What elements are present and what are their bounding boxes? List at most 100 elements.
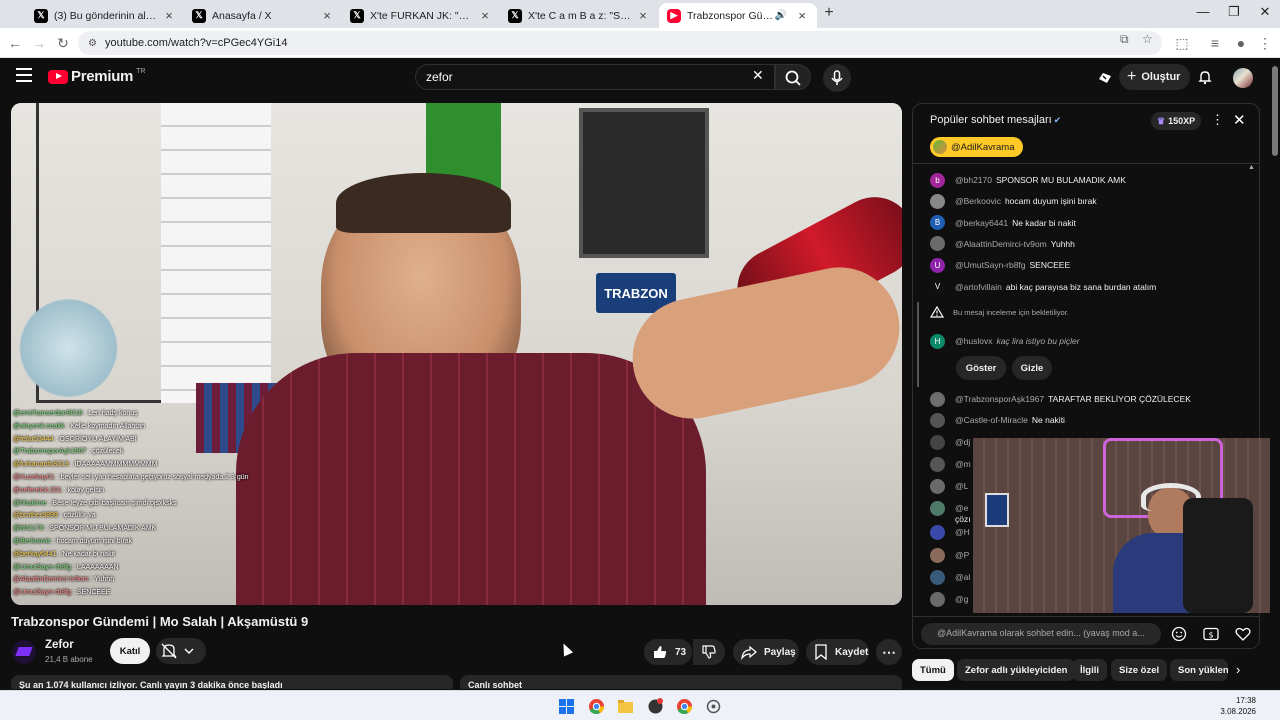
bookmark-star-icon[interactable]: ☆ [1142, 32, 1153, 46]
account-avatar[interactable] [1233, 68, 1253, 88]
chip-all[interactable]: Tümü [912, 659, 954, 681]
create-button[interactable]: + Oluştur [1119, 64, 1191, 90]
scrollbar-thumb[interactable] [1272, 66, 1278, 156]
pip-frame [985, 493, 1009, 527]
chat-text-continuation: çözı [955, 514, 971, 524]
close-tab-icon[interactable]: × [636, 8, 650, 23]
more-actions-icon[interactable]: ⋯ [876, 639, 902, 665]
forward-icon[interactable]: → [30, 34, 48, 52]
ai-sparkle-icon[interactable] [1097, 70, 1113, 86]
chat-input-bar: @AdilKavrama olarak sohbet edin... (yava… [913, 616, 1259, 648]
chip-related[interactable]: İlgili [1072, 659, 1107, 681]
like-button[interactable]: 73 [644, 639, 692, 665]
browser-tab[interactable]: 𝕏 X'te FURKAN JK: "2 gündür bizi × [342, 3, 500, 28]
dislike-button[interactable] [693, 639, 725, 665]
user-avatar [930, 434, 945, 450]
chat-text: Ne nakiti [1031, 415, 1065, 425]
speaker-icon[interactable]: 🔊 [775, 10, 787, 21]
browser-tab-active[interactable]: ▶ Trabzonspor Gündemi | Mo 🔊 × [659, 3, 817, 28]
channel-name[interactable]: Zefor [45, 639, 74, 651]
close-tab-icon[interactable]: × [795, 8, 809, 23]
pinned-member-chip[interactable]: @AdilKavrama [930, 137, 1023, 157]
save-button[interactable]: Kaydet [806, 639, 869, 665]
chat-more-options-icon[interactable]: ⋮ [1211, 112, 1224, 128]
browser-tab[interactable]: 𝕏 (3) Bu gönderinin alıntılamaları × [26, 3, 184, 28]
show-held-message-button[interactable]: Göster [956, 356, 1006, 380]
page-scrollbar[interactable] [1270, 58, 1280, 690]
share-button[interactable]: Paylaş [733, 639, 799, 665]
user-avatar [930, 500, 945, 516]
reading-list-icon[interactable]: ≡ [1206, 34, 1224, 52]
close-chat-icon[interactable]: ✕ [1233, 111, 1246, 129]
viewer-count-text: Şu an 1.074 kullanıcı izliyor. Canlı yay… [11, 675, 453, 689]
system-clock[interactable]: 17:38 3.08.2026 [1210, 695, 1256, 717]
minimize-icon[interactable]: — [1188, 4, 1218, 19]
user-avatar: H [930, 333, 945, 349]
x-logo-icon: 𝕏 [508, 8, 522, 23]
chip-recently-uploaded[interactable]: Son yüklen [1170, 659, 1228, 681]
scroll-up-arrow-icon[interactable]: ▲ [1248, 164, 1255, 171]
tab-label: (3) Bu gönderinin alıntılamaları [54, 9, 158, 22]
voice-search-button[interactable] [823, 64, 851, 92]
live-chat-label: Canlı sohbet [460, 675, 902, 689]
stream-overlay-chat: @emirhanserdan9018 : Len hadş konuş @alo… [13, 408, 273, 600]
x-logo-icon: 𝕏 [192, 8, 206, 23]
member-avatar [933, 140, 947, 154]
close-tab-icon[interactable]: × [320, 8, 334, 23]
cast-icon[interactable]: ⧉ [1120, 32, 1129, 47]
chat-text: SENCEEE [1029, 260, 1071, 271]
chat-text: kaç lira istiyo bu piçler [996, 336, 1080, 346]
plus-icon: + [1127, 68, 1137, 85]
close-window-icon[interactable]: ✕ [1250, 4, 1280, 20]
super-chat-icon[interactable]: $ [1203, 627, 1219, 641]
profile-icon[interactable]: ● [1232, 34, 1250, 52]
chat-header: Popüler sohbet mesajları ✔ ♛ 150XP ⋮ ✕ @A… [913, 104, 1259, 164]
browser-tab[interactable]: 𝕏 Anasayfa / X × [184, 3, 342, 28]
chip-for-you[interactable]: Size özel [1111, 659, 1168, 681]
search-button[interactable] [775, 64, 811, 90]
youtube-premium-logo[interactable]: Premium TR [48, 68, 145, 85]
crown-icon: ♛ [1157, 115, 1166, 126]
chat-mode-dropdown[interactable]: Popüler sohbet mesajları ✔ [930, 114, 1061, 126]
notifications-bell-icon[interactable] [1197, 69, 1213, 85]
channel-avatar[interactable] [12, 640, 36, 664]
new-tab-button[interactable]: + [820, 4, 838, 22]
address-bar[interactable]: ⚙ youtube.com/watch?v=cPGec4YGi14 [78, 31, 1162, 55]
maximize-icon[interactable]: ❐ [1219, 4, 1249, 20]
overlay-chat-line: @UmutSayn-rb8fg : SENCEEE [13, 589, 111, 597]
youtube-header: Premium TR zefor ✕ + Oluştur [0, 58, 1270, 96]
close-tab-icon[interactable]: × [162, 8, 176, 23]
back-icon[interactable]: ← [6, 34, 24, 52]
chip-from-uploader[interactable]: Zefor adlı yükleyiciden [957, 659, 1076, 681]
picture-in-picture-video[interactable] [973, 438, 1280, 613]
site-info-icon[interactable]: ⚙ [88, 38, 97, 49]
chrome-menu-icon[interactable]: ⋮ [1256, 34, 1274, 52]
extensions-icon[interactable]: ⬚ [1173, 34, 1191, 52]
pip-chair [1183, 498, 1253, 613]
hamburger-menu-icon[interactable] [16, 68, 32, 82]
clear-search-icon[interactable]: ✕ [752, 67, 764, 84]
heart-icon[interactable] [1235, 627, 1251, 641]
xp-badge[interactable]: ♛ 150XP [1151, 112, 1202, 130]
video-player[interactable]: TRABZON @emirhanserdan9018 : Len hadş ko… [11, 103, 902, 605]
chrome-active-icon[interactable] [676, 698, 693, 715]
chevron-right-icon[interactable]: › [1236, 662, 1240, 677]
chrome-icon[interactable] [588, 698, 605, 715]
chat-username: @artofvillain [955, 281, 1002, 292]
file-explorer-icon[interactable] [617, 698, 634, 715]
browser-tab[interactable]: 𝕏 X'te C a m B a z: "Salah için; Mi × [500, 3, 658, 28]
hide-held-message-button[interactable]: Gizle [1012, 356, 1052, 380]
emoji-icon[interactable] [1171, 626, 1187, 642]
windows-start-icon[interactable] [558, 698, 575, 715]
close-tab-icon[interactable]: × [478, 8, 492, 23]
join-button[interactable]: Katıl [110, 638, 150, 664]
chat-scrollbar[interactable] [917, 302, 919, 387]
chat-message-input[interactable]: @AdilKavrama olarak sohbet edin... (yava… [921, 623, 1161, 645]
mouse-cursor [558, 641, 574, 657]
game-app-icon[interactable] [647, 698, 664, 715]
thumbs-down-icon [702, 645, 716, 659]
search-input[interactable]: zefor [415, 64, 775, 90]
settings-app-icon[interactable] [705, 698, 722, 715]
subscribed-notifications-button[interactable] [156, 638, 206, 664]
reload-icon[interactable]: ↻ [54, 34, 72, 52]
